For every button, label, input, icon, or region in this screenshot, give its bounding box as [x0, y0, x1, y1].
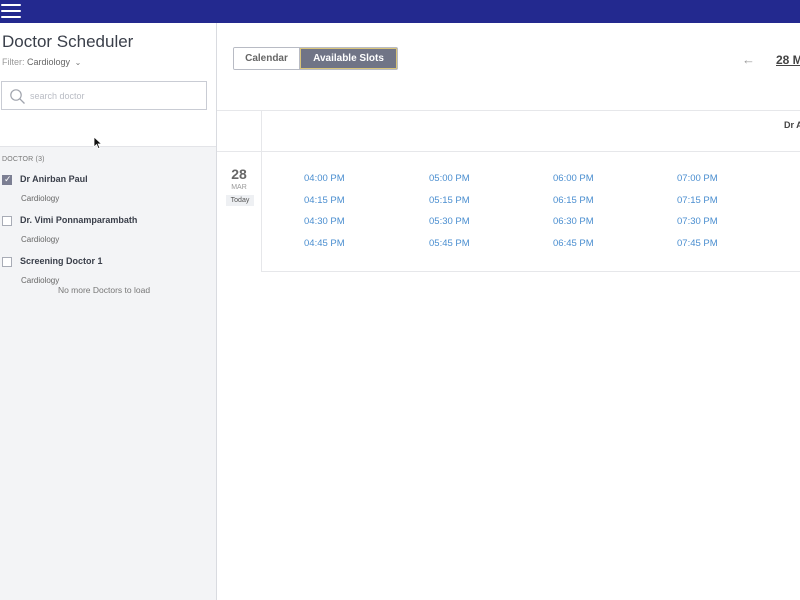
- chevron-down-icon: ⌄: [74, 58, 82, 67]
- doctor-item-anirban-paul[interactable]: Dr Anirban Paul Cardiology: [0, 173, 216, 214]
- top-bar: [0, 0, 800, 23]
- doctor-name: Dr Anirban Paul: [20, 174, 88, 184]
- time-slot-link[interactable]: 04:30 PM: [304, 216, 345, 227]
- search-box[interactable]: [1, 81, 207, 110]
- time-slot-link[interactable]: 06:45 PM: [553, 238, 594, 249]
- available-slots-button[interactable]: Available Slots: [299, 48, 397, 69]
- filter-dropdown[interactable]: Filter: Cardiology ⌄: [2, 57, 81, 67]
- day-label: 28 MAR Today: [217, 153, 262, 273]
- time-slot-link[interactable]: 06:15 PM: [553, 195, 594, 206]
- main-panel: Calendar Available Slots ← 28 M Dr A 28 …: [217, 23, 800, 600]
- time-slot-link[interactable]: 06:30 PM: [553, 216, 594, 227]
- previous-arrow-icon[interactable]: ←: [742, 52, 755, 67]
- time-slot-link[interactable]: 04:00 PM: [304, 173, 345, 184]
- day-number: 28: [231, 166, 247, 182]
- grid-header: Dr A: [217, 111, 800, 152]
- time-slot-link[interactable]: 07:30 PM: [677, 216, 718, 227]
- doctor-column-header: Dr A: [784, 120, 800, 130]
- doctor-name: Dr. Vimi Ponnamparambath: [20, 215, 138, 225]
- available-slots-grid: 04:00 PM 04:15 PM 04:30 PM 04:45 PM 05:00 PM…: [261, 152, 800, 272]
- doctor-specialty: Cardiology: [21, 194, 60, 203]
- doctor-name: Screening Doctor 1: [20, 256, 103, 266]
- time-slot-link[interactable]: 07:15 PM: [677, 195, 718, 206]
- grid-column-divider: [261, 111, 262, 152]
- search-input[interactable]: [30, 88, 200, 104]
- sidebar-header: Doctor Scheduler Filter: Cardiology ⌄: [0, 23, 216, 147]
- calendar-view-button[interactable]: Calendar: [234, 48, 299, 69]
- doctor-list: Dr Anirban Paul Cardiology Dr. Vimi Ponn…: [0, 173, 216, 296]
- time-slot-link[interactable]: 05:00 PM: [429, 173, 470, 184]
- time-slot-link[interactable]: 07:45 PM: [677, 238, 718, 249]
- doctor-checkbox[interactable]: [2, 216, 12, 226]
- doctor-count-header: DOCTOR (3): [2, 156, 45, 163]
- filter-value: Cardiology: [27, 57, 71, 67]
- current-date-link[interactable]: 28 M: [776, 53, 800, 67]
- time-slot-link[interactable]: 05:45 PM: [429, 238, 470, 249]
- doctor-item-vimi-ponnamparambath[interactable]: Dr. Vimi Ponnamparambath Cardiology: [0, 214, 216, 255]
- filter-label: Filter:: [2, 57, 25, 67]
- sidebar: Doctor Scheduler Filter: Cardiology ⌄ DO…: [0, 23, 217, 600]
- day-month: MAR: [231, 184, 247, 191]
- time-slot-link[interactable]: 06:00 PM: [553, 173, 594, 184]
- doctor-specialty: Cardiology: [21, 235, 60, 244]
- no-more-doctors-text: No more Doctors to load: [57, 285, 151, 295]
- time-slot-link[interactable]: 07:00 PM: [677, 173, 718, 184]
- doctor-checkbox[interactable]: [2, 174, 12, 185]
- doctor-checkbox[interactable]: [2, 257, 12, 267]
- hamburger-menu-icon[interactable]: [0, 1, 22, 21]
- search-icon: [10, 89, 25, 104]
- today-badge: Today: [226, 195, 254, 206]
- time-slot-link[interactable]: 05:30 PM: [429, 216, 470, 227]
- time-slot-link[interactable]: 05:15 PM: [429, 195, 470, 206]
- time-slot-link[interactable]: 04:45 PM: [304, 238, 345, 249]
- mouse-cursor-icon: [93, 136, 103, 150]
- doctor-specialty: Cardiology: [21, 276, 60, 285]
- app-title: Doctor Scheduler: [2, 32, 134, 51]
- view-toggle: Calendar Available Slots: [233, 47, 398, 70]
- time-slot-link[interactable]: 04:15 PM: [304, 195, 345, 206]
